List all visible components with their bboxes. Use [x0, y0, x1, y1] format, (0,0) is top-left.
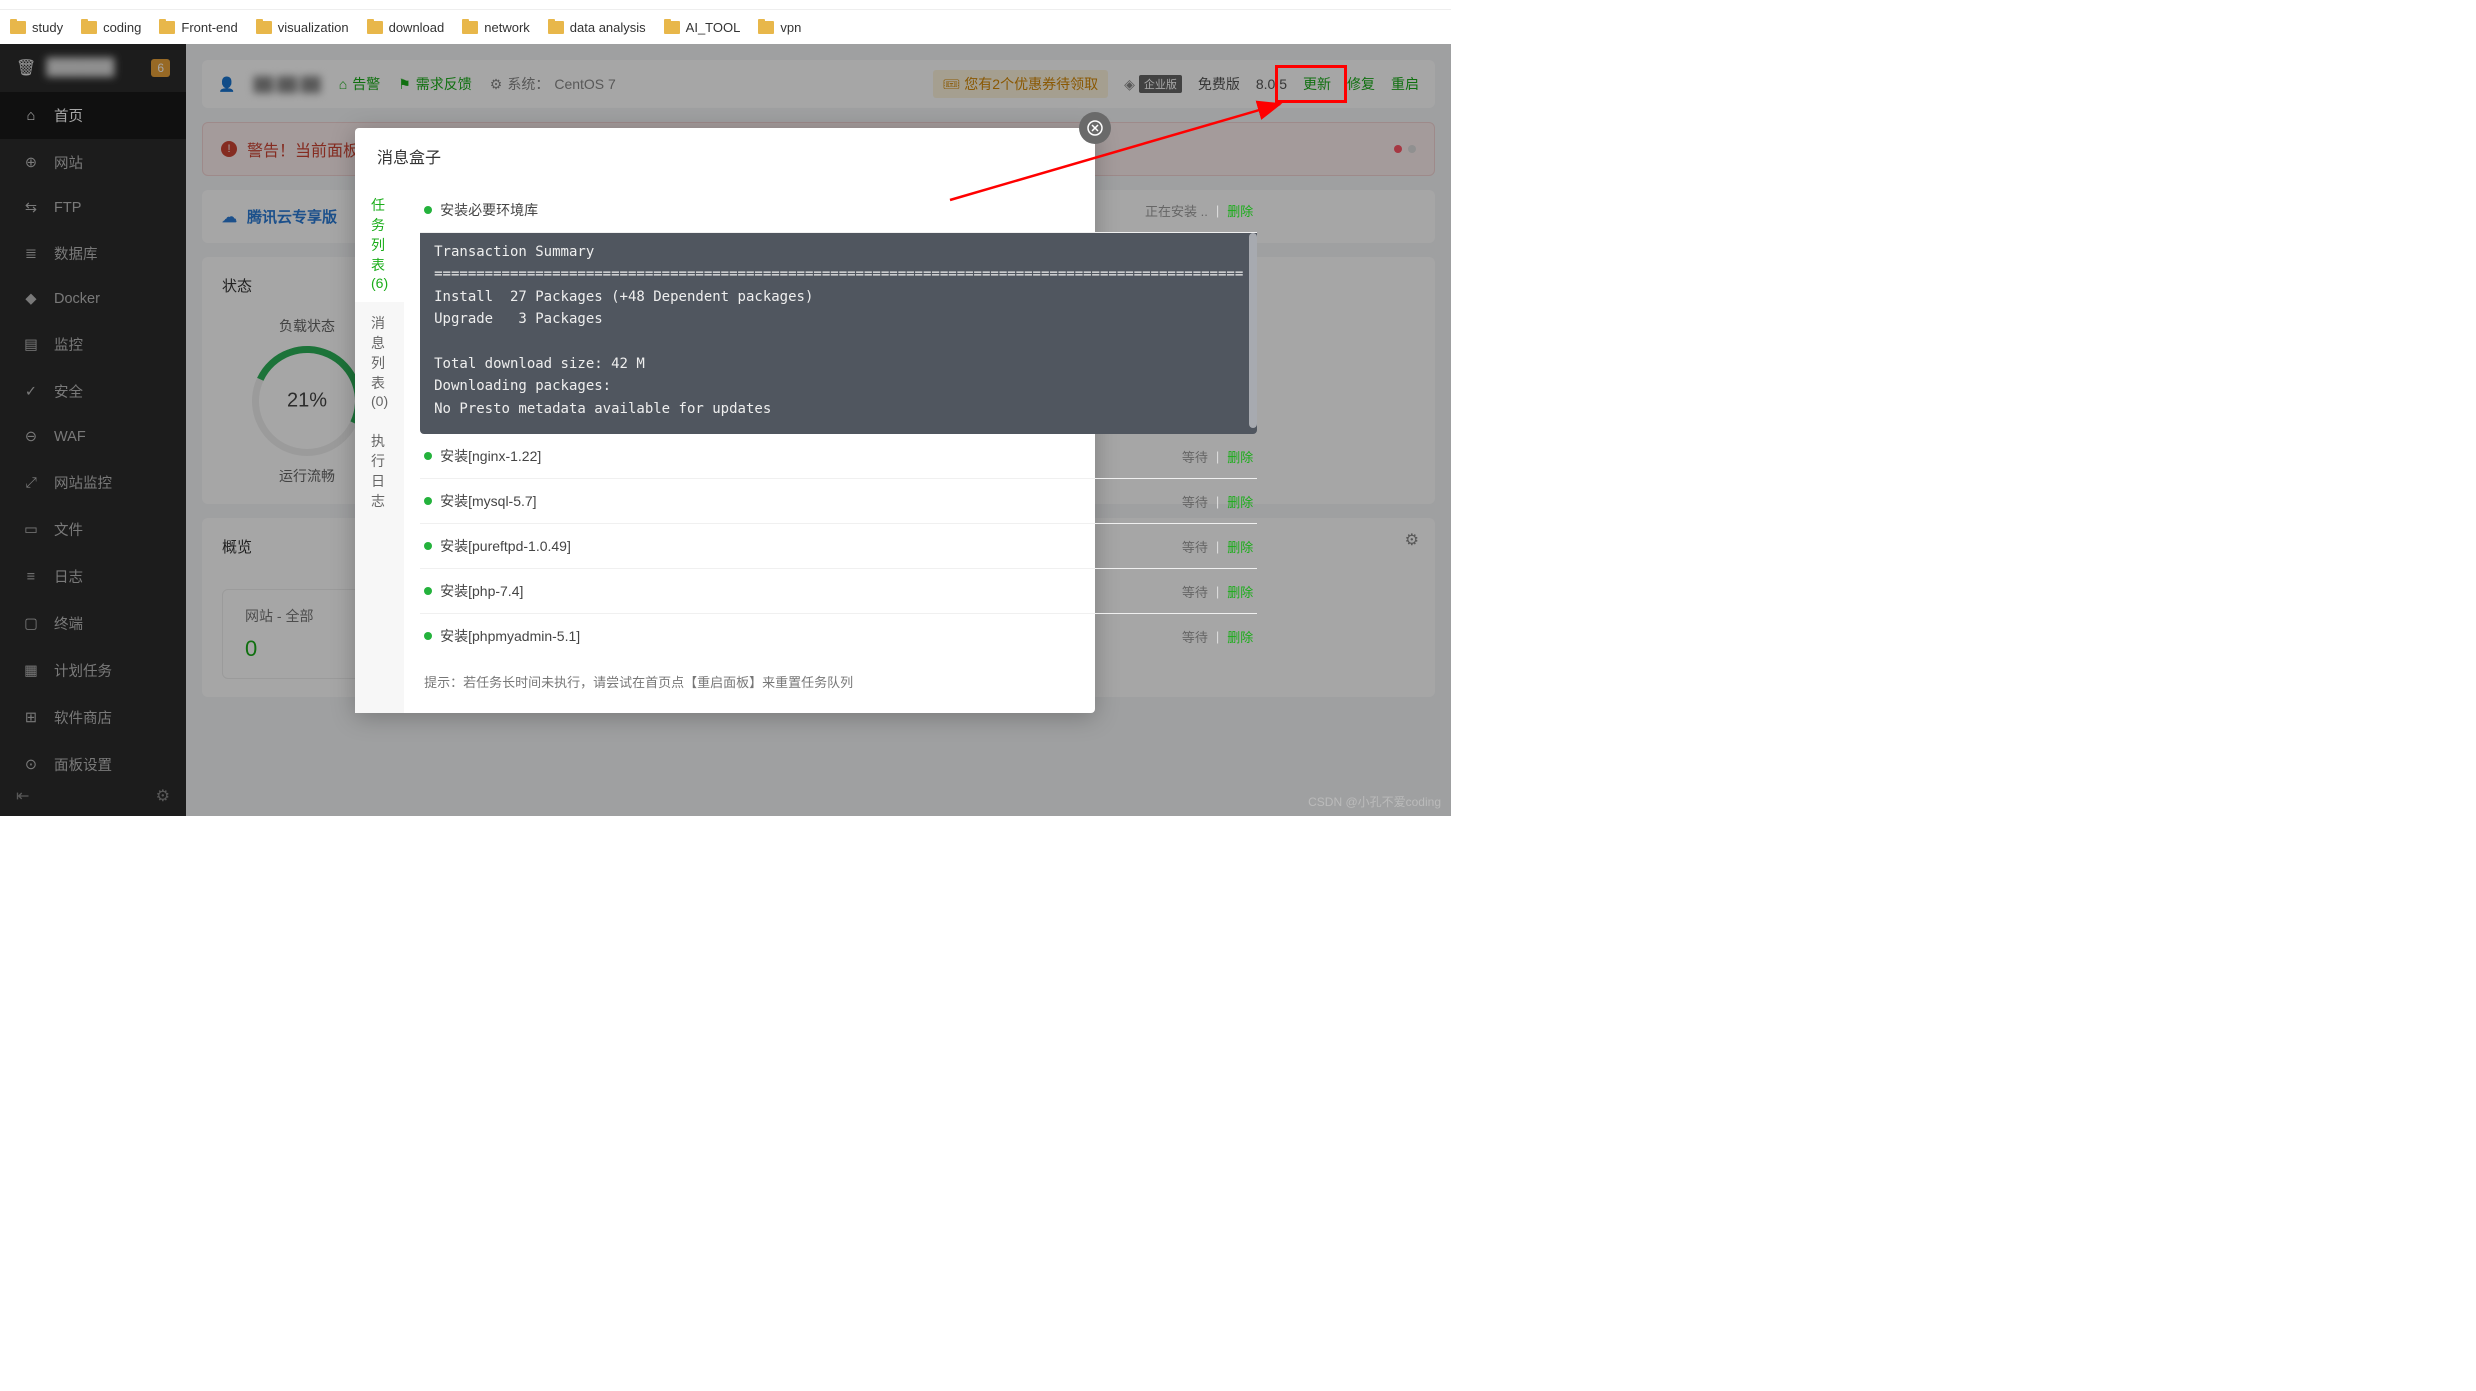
folder-icon: [81, 21, 97, 34]
tab-tasks[interactable]: 任务列表 (6): [355, 184, 404, 302]
bookmark-item[interactable]: download: [367, 20, 445, 35]
task-name: 安装[pureftpd-1.0.49]: [440, 536, 571, 556]
task-name: 安装[phpmyadmin-5.1]: [440, 626, 580, 646]
bookmark-item[interactable]: vpn: [758, 20, 801, 35]
modal-content: 安装必要环境库 正在安装 .. | 删除 Transaction Summary…: [404, 184, 1273, 713]
modal-tabs: 任务列表 (6) 消息列表 (0) 执行日志: [355, 184, 404, 713]
terminal-output: Transaction Summary ====================…: [420, 233, 1257, 434]
bookmark-item[interactable]: coding: [81, 20, 141, 35]
bookmark-item[interactable]: data analysis: [548, 20, 646, 35]
status-dot-icon: [424, 497, 432, 505]
delete-button[interactable]: 删除: [1227, 582, 1253, 601]
folder-icon: [758, 21, 774, 34]
bookmark-item[interactable]: study: [10, 20, 63, 35]
task-row: 安装[mysql-5.7]等待|删除: [420, 479, 1257, 524]
close-button[interactable]: [1079, 112, 1111, 144]
folder-icon: [367, 21, 383, 34]
delete-button[interactable]: 删除: [1227, 492, 1253, 511]
task-row: 安装[nginx-1.22]等待|删除: [420, 434, 1257, 479]
folder-icon: [256, 21, 272, 34]
message-modal: 消息盒子 任务列表 (6) 消息列表 (0) 执行日志 安装必要环境库 正在安装…: [355, 128, 1095, 713]
task-name: 安装[mysql-5.7]: [440, 491, 536, 511]
modal-title: 消息盒子: [355, 128, 1095, 184]
task-name: 安装必要环境库: [440, 200, 538, 220]
task-status: 正在安装 ..: [1145, 201, 1208, 220]
delete-button[interactable]: 删除: [1227, 537, 1253, 556]
task-status: 等待: [1182, 492, 1208, 511]
status-dot-icon: [424, 542, 432, 550]
status-dot-icon: [424, 206, 432, 214]
folder-icon: [548, 21, 564, 34]
task-name: 安装[php-7.4]: [440, 581, 523, 601]
tab-logs[interactable]: 执行日志: [355, 420, 404, 522]
delete-button[interactable]: 删除: [1227, 201, 1253, 220]
watermark: CSDN @小孔不爱coding: [1308, 793, 1441, 810]
bookmark-item[interactable]: AI_TOOL: [664, 20, 741, 35]
task-row: 安装[pureftpd-1.0.49]等待|删除: [420, 524, 1257, 569]
bookmarks-bar: study coding Front-end visualization dow…: [0, 10, 1451, 44]
bookmark-item[interactable]: visualization: [256, 20, 349, 35]
task-status: 等待: [1182, 582, 1208, 601]
delete-button[interactable]: 删除: [1227, 627, 1253, 646]
folder-icon: [159, 21, 175, 34]
status-dot-icon: [424, 632, 432, 640]
tab-messages[interactable]: 消息列表 (0): [355, 302, 404, 420]
task-row: 安装[php-7.4]等待|删除: [420, 569, 1257, 614]
task-status: 等待: [1182, 627, 1208, 646]
folder-icon: [664, 21, 680, 34]
status-dot-icon: [424, 587, 432, 595]
bookmark-item[interactable]: network: [462, 20, 530, 35]
delete-button[interactable]: 删除: [1227, 447, 1253, 466]
task-status: 等待: [1182, 447, 1208, 466]
task-status: 等待: [1182, 537, 1208, 556]
task-name: 安装[nginx-1.22]: [440, 446, 541, 466]
folder-icon: [462, 21, 478, 34]
status-dot-icon: [424, 452, 432, 460]
task-row: 安装[phpmyadmin-5.1]等待|删除: [420, 614, 1257, 658]
scrollbar[interactable]: [1249, 233, 1257, 428]
task-row: 安装必要环境库 正在安装 .. | 删除: [420, 188, 1257, 233]
bookmark-item[interactable]: Front-end: [159, 20, 237, 35]
modal-tip: 提示：若任务长时间未执行，请尝试在首页点【重启面板】来重置任务队列: [420, 658, 1257, 697]
folder-icon: [10, 21, 26, 34]
